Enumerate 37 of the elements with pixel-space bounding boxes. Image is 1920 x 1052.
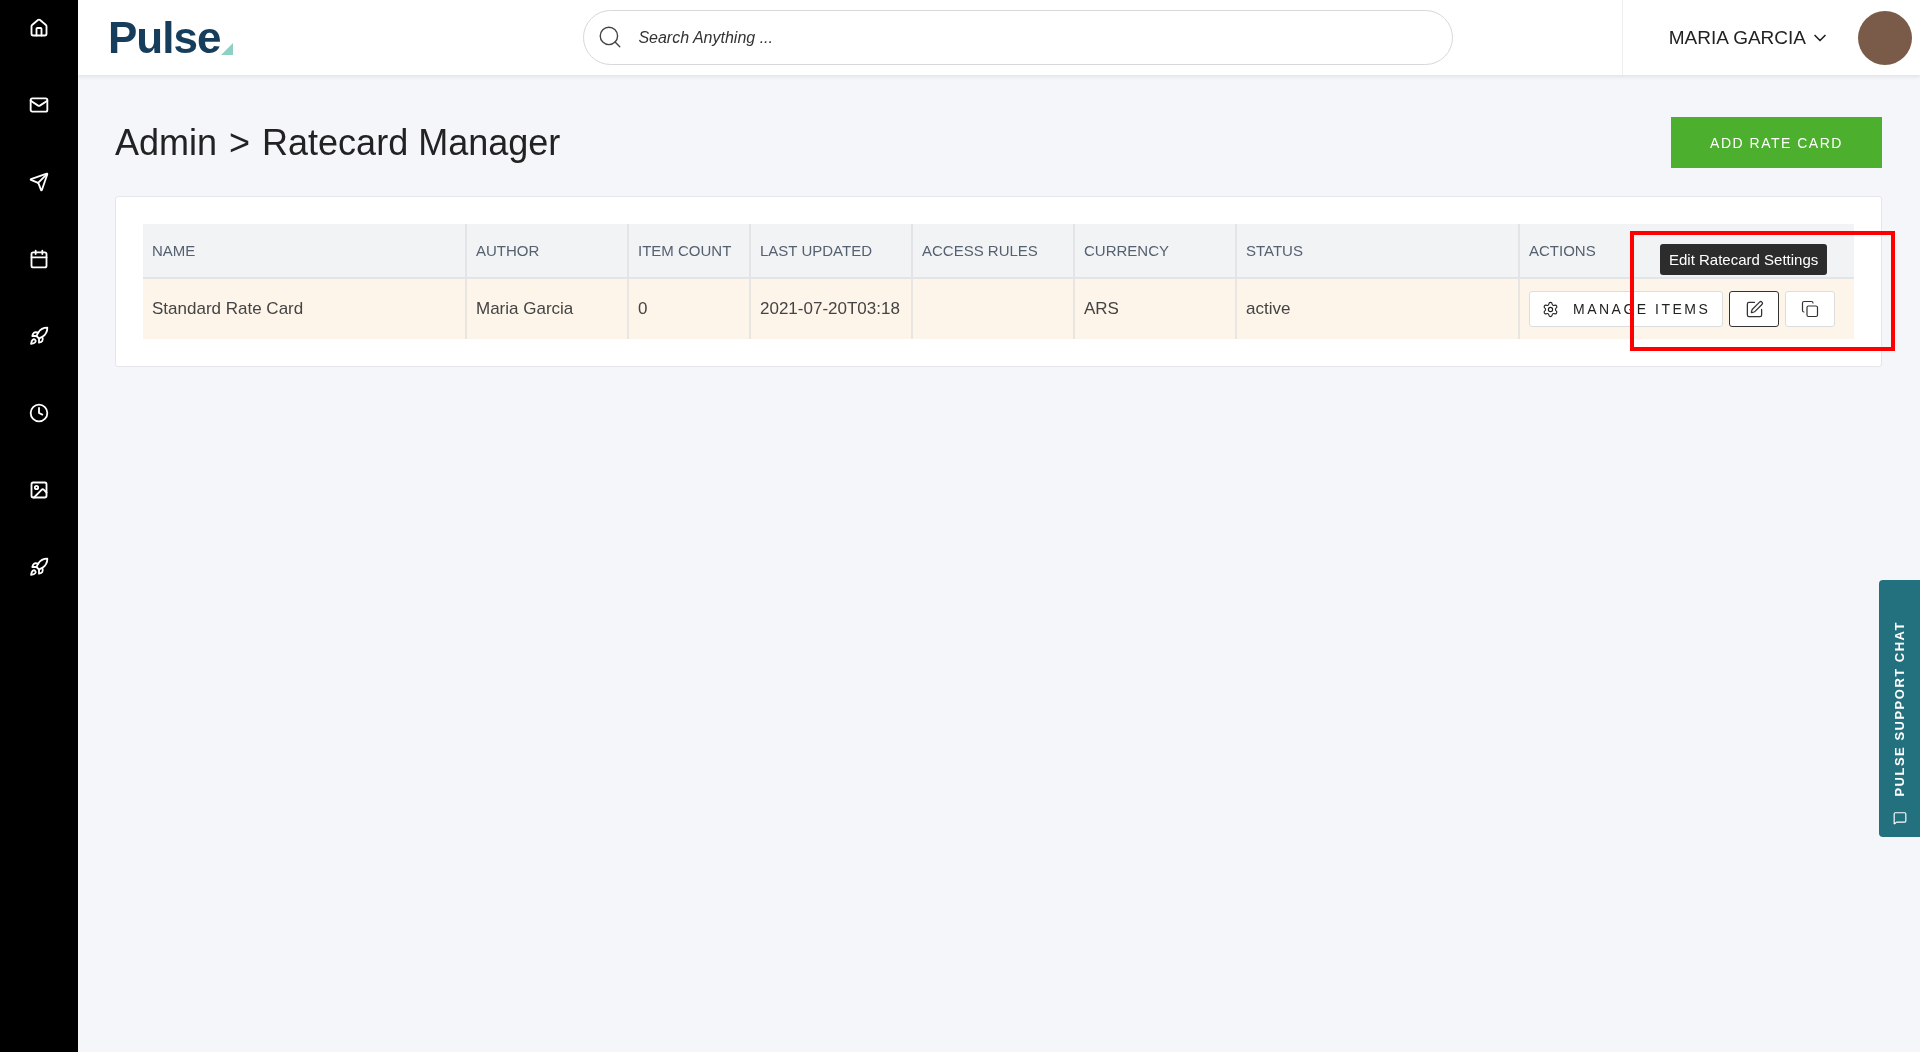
table-cell: 2021-07-20T03:18	[751, 279, 913, 339]
column-header: CURRENCY	[1075, 224, 1237, 279]
avatar[interactable]	[1858, 10, 1912, 65]
chat-bubble-icon	[1892, 811, 1907, 825]
logo-triangle-icon	[221, 42, 234, 55]
edit-icon	[1744, 299, 1764, 319]
edit-button[interactable]	[1729, 291, 1780, 327]
paper-plane-icon[interactable]	[29, 172, 49, 192]
rocket-icon[interactable]	[29, 557, 49, 577]
breadcrumb-item[interactable]: Admin	[115, 121, 218, 164]
mail-icon[interactable]	[29, 95, 49, 115]
copy-button[interactable]	[1785, 291, 1836, 327]
copy-icon	[1801, 300, 1820, 318]
table-cell: Standard Rate Card	[143, 279, 467, 339]
clock-icon[interactable]	[29, 403, 49, 423]
page-title: Ratecard Manager	[262, 121, 561, 164]
support-chat-tab[interactable]: PULSE SUPPORT CHAT	[1879, 580, 1920, 837]
table-cell: ARS	[1075, 279, 1237, 339]
search-field[interactable]: Search Anything ...	[583, 10, 1454, 65]
column-header: LAST UPDATED	[751, 224, 913, 279]
gear-icon	[1542, 300, 1559, 318]
user-menu[interactable]: MARIA GARCIA	[1662, 25, 1836, 50]
column-header: AUTHOR	[467, 224, 629, 279]
table-cell: Maria Garcia	[467, 279, 629, 339]
column-header: STATUS	[1237, 224, 1520, 279]
image-icon[interactable]	[29, 480, 49, 500]
home-icon[interactable]	[29, 18, 49, 38]
column-header: ITEM COUNT	[629, 224, 751, 279]
calendar-icon[interactable]	[29, 249, 49, 269]
tooltip: Edit Ratecard Settings	[1660, 244, 1828, 275]
rocket-icon[interactable]	[29, 326, 49, 346]
column-header: ACCESS RULES	[913, 224, 1075, 279]
table-cell: active	[1237, 279, 1520, 339]
breadcrumb-separator: >	[229, 121, 251, 164]
pulse-logo[interactable]: Pulse	[108, 12, 234, 63]
table-cell: 0	[629, 279, 751, 339]
column-header: NAME	[143, 224, 467, 279]
